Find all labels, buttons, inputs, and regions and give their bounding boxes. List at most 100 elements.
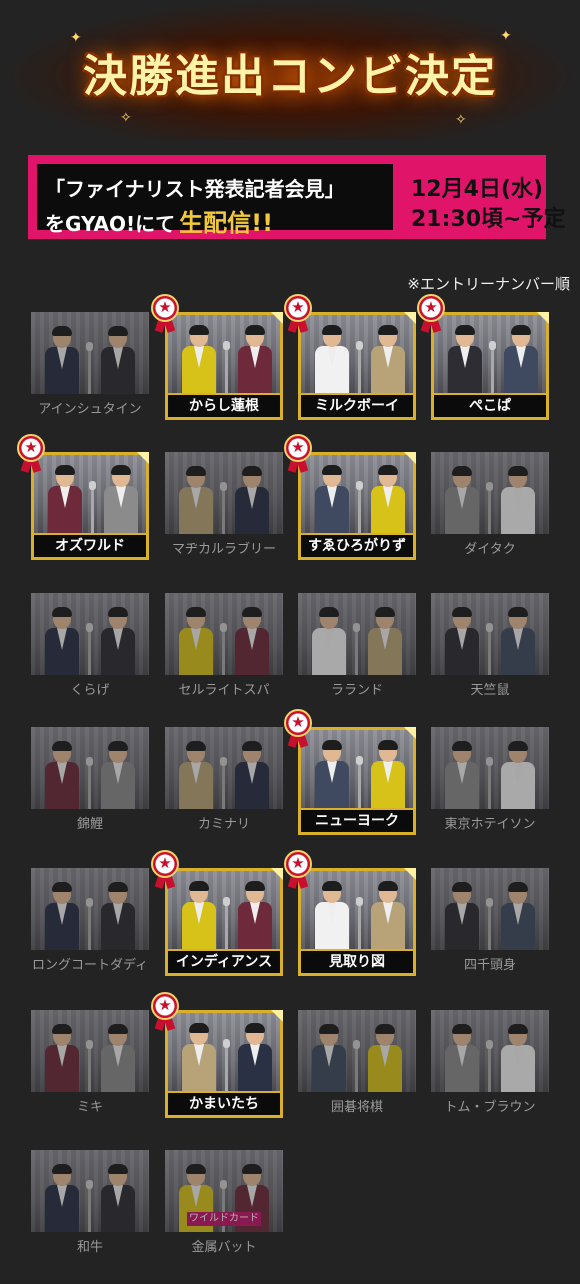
act-name: トム・ブラウン bbox=[444, 1100, 536, 1115]
act-photo bbox=[298, 593, 416, 675]
act-photo bbox=[31, 593, 149, 675]
act-name: 見取り図 bbox=[301, 951, 413, 973]
act-tile[interactable]: 四千頭身 bbox=[431, 868, 549, 976]
performer-figure bbox=[104, 465, 138, 533]
act-tile[interactable]: ラランド bbox=[298, 593, 416, 701]
microphone-icon bbox=[486, 482, 493, 534]
act-photo bbox=[431, 1010, 549, 1092]
act-tile[interactable]: 東京ホテイソン bbox=[431, 727, 549, 835]
act-photo bbox=[168, 315, 280, 393]
broadcast-event: 「ファイナリスト発表記者会見」 bbox=[45, 177, 345, 201]
finalist-rosette-icon: ★ bbox=[417, 294, 445, 333]
microphone-icon bbox=[486, 1040, 493, 1092]
act-name: ニューヨーク bbox=[301, 810, 413, 832]
act-photo bbox=[31, 312, 149, 394]
performer-figure bbox=[45, 326, 79, 394]
act-photo bbox=[434, 315, 546, 393]
act-tile[interactable]: 和牛 bbox=[31, 1150, 149, 1258]
microphone-icon bbox=[489, 341, 496, 393]
act-name: ぺこぱ bbox=[434, 395, 546, 417]
act-name: かまいたち bbox=[168, 1093, 280, 1115]
performer-figure bbox=[182, 325, 216, 393]
finalist-act-tile[interactable]: ミルクボーイ bbox=[298, 312, 416, 420]
broadcast-time: 21:30頃~予定 bbox=[411, 207, 566, 232]
act-photo bbox=[165, 593, 283, 675]
performer-figure bbox=[445, 882, 479, 950]
act-tile[interactable]: 天竺鼠 bbox=[431, 593, 549, 701]
act-name: インディアンス bbox=[168, 951, 280, 973]
performer-figure bbox=[501, 1024, 535, 1092]
microphone-icon bbox=[86, 1040, 93, 1092]
act-tile[interactable]: 錦鯉 bbox=[31, 727, 149, 835]
finalist-act-tile[interactable]: インディアンス bbox=[165, 868, 283, 976]
finalist-rosette-icon: ★ bbox=[284, 850, 312, 889]
broadcast-live-label: 生配信!! bbox=[179, 209, 274, 237]
act-photo bbox=[431, 868, 549, 950]
performer-figure bbox=[179, 466, 213, 534]
performer-figure bbox=[235, 466, 269, 534]
act-name: マヂカルラブリー bbox=[171, 542, 276, 557]
act-tile[interactable]: カミナリ bbox=[165, 727, 283, 835]
act-name: 四千頭身 bbox=[463, 958, 516, 973]
performer-figure bbox=[315, 881, 349, 949]
finalist-act-tile[interactable]: すゑひろがりず bbox=[298, 452, 416, 560]
act-name: ロングコートダディ bbox=[31, 958, 149, 973]
act-name: オズワルド bbox=[34, 535, 146, 557]
act-photo bbox=[301, 730, 413, 808]
act-photo bbox=[165, 452, 283, 534]
finalist-act-tile[interactable]: オズワルド bbox=[31, 452, 149, 560]
act-photo bbox=[31, 1010, 149, 1092]
microphone-icon bbox=[486, 757, 493, 809]
microphone-icon bbox=[353, 623, 360, 675]
performer-figure bbox=[45, 882, 79, 950]
act-tile[interactable]: くらげ bbox=[31, 593, 149, 701]
act-tile[interactable]: アインシュタイン bbox=[31, 312, 149, 420]
performer-figure bbox=[368, 607, 402, 675]
finalist-act-tile[interactable]: からし蓮根 bbox=[165, 312, 283, 420]
microphone-icon bbox=[356, 756, 363, 808]
performer-figure bbox=[101, 1024, 135, 1092]
performer-figure bbox=[238, 1023, 272, 1091]
performer-figure bbox=[501, 466, 535, 534]
performer-figure bbox=[238, 325, 272, 393]
act-tile[interactable]: セルライトスパ bbox=[165, 593, 283, 701]
performer-figure bbox=[235, 741, 269, 809]
performer-figure bbox=[312, 1024, 346, 1092]
act-photo bbox=[301, 871, 413, 949]
finalist-act-tile[interactable]: ニューヨーク bbox=[298, 727, 416, 835]
performer-figure bbox=[315, 465, 349, 533]
microphone-icon bbox=[86, 898, 93, 950]
broadcast-channel: をGYAO!にて 生配信!! bbox=[45, 203, 273, 238]
act-name: 東京ホテイソン bbox=[444, 817, 536, 832]
finalist-act-tile[interactable]: かまいたち bbox=[165, 1010, 283, 1118]
act-tile[interactable]: ダイタク bbox=[431, 452, 549, 560]
performer-figure bbox=[101, 1164, 135, 1232]
act-tile[interactable]: ミキ bbox=[31, 1010, 149, 1118]
microphone-icon bbox=[486, 623, 493, 675]
act-photo bbox=[31, 1150, 149, 1232]
act-photo bbox=[298, 1010, 416, 1092]
performer-figure bbox=[45, 1164, 79, 1232]
performer-figure bbox=[48, 465, 82, 533]
act-name: セルライトスパ bbox=[178, 683, 270, 698]
performer-figure bbox=[182, 1023, 216, 1091]
act-tile[interactable]: 囲碁将棋 bbox=[298, 1010, 416, 1118]
finalist-act-tile[interactable]: 見取り図 bbox=[298, 868, 416, 976]
finalist-act-tile[interactable]: ぺこぱ bbox=[431, 312, 549, 420]
act-tile[interactable]: トム・ブラウン bbox=[431, 1010, 549, 1118]
finalist-rosette-icon: ★ bbox=[17, 434, 45, 473]
performer-figure bbox=[101, 741, 135, 809]
act-name: カミナリ bbox=[197, 817, 250, 832]
act-tile[interactable]: マヂカルラブリー bbox=[165, 452, 283, 560]
performer-figure bbox=[179, 1164, 213, 1232]
broadcast-banner[interactable]: 「ファイナリスト発表記者会見」 をGYAO!にて 生配信!! 12月4日(水) 2… bbox=[28, 155, 565, 239]
act-photo bbox=[301, 455, 413, 533]
microphone-icon bbox=[223, 897, 230, 949]
act-photo bbox=[301, 315, 413, 393]
act-tile[interactable]: ロングコートダディ bbox=[31, 868, 149, 976]
performer-figure bbox=[445, 1024, 479, 1092]
act-name: すゑひろがりず bbox=[301, 535, 413, 557]
performer-figure bbox=[501, 607, 535, 675]
microphone-icon bbox=[86, 1180, 93, 1232]
wildcard-act-tile[interactable]: ワイルドカード 金属バット bbox=[165, 1150, 283, 1258]
